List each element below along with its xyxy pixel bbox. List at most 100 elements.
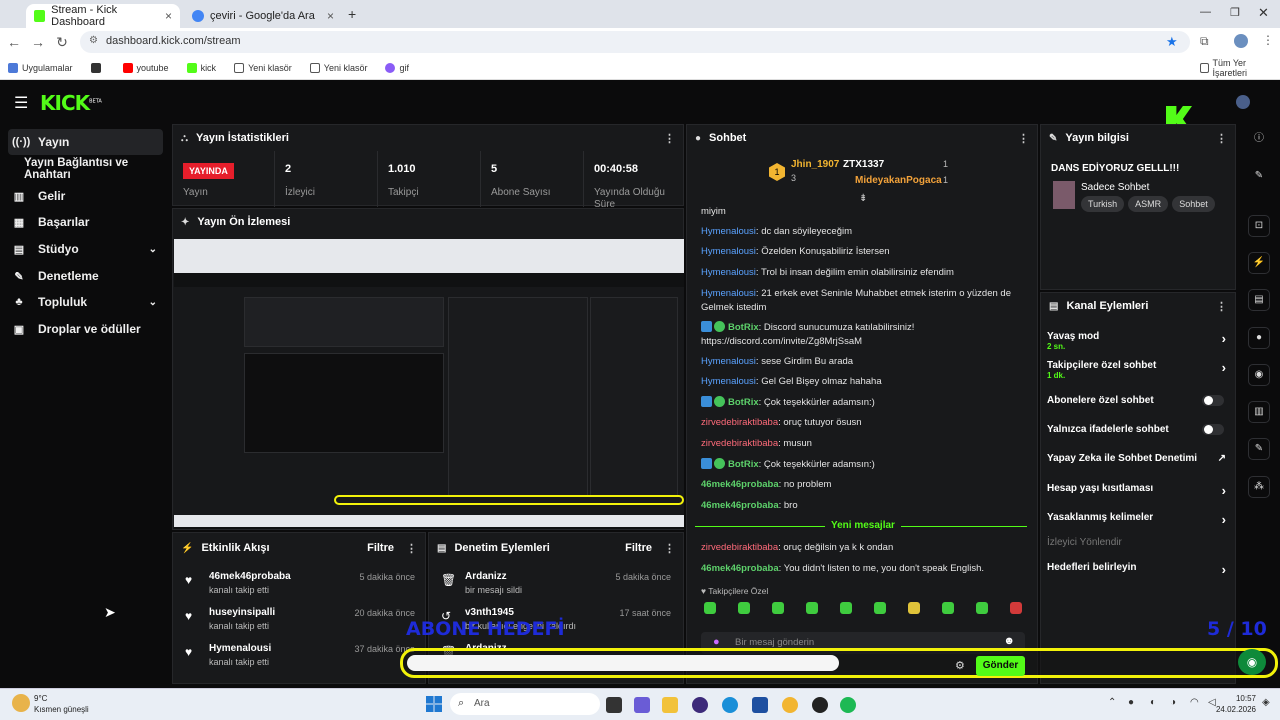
back-icon[interactable]: ← [2,34,26,50]
subscribers-only-toggle[interactable] [1202,395,1224,406]
action-host[interactable]: İzleyici Yönlendir [1047,537,1232,548]
wrench-icon[interactable]: ✎ [1248,438,1270,460]
extensions-icon[interactable]: ⧉ [1200,34,1209,49]
action-banned-words[interactable]: Yasaklanmış kelimeler › [1047,512,1232,527]
bookmark-apps[interactable]: Uygulamalar [8,62,73,73]
emote-icon[interactable] [908,602,920,614]
all-bookmarks[interactable]: Tüm Yer İşaretleri [1200,58,1270,78]
tray-app-icon[interactable]: ◑ [1170,697,1176,708]
emote-icon[interactable] [976,602,988,614]
action-goals[interactable]: Hedefleri belirleyin › [1047,562,1232,577]
emote-icon[interactable] [738,602,750,614]
notification-icon[interactable]: ◈ [1262,697,1270,708]
action-account-age[interactable]: Hesap yaşı kısıtlaması › [1047,483,1232,498]
new-tab-button[interactable]: + [348,6,356,22]
send-button[interactable]: Gönder [976,656,1025,676]
sidebar-item-topluluk[interactable]: ♣ Topluluk ⌄ [8,289,163,315]
maximize-button[interactable]: ❐ [1230,6,1240,19]
bookmark-grid[interactable] [90,62,105,73]
more-options-icon[interactable]: ⋮ [664,132,675,145]
more-options-icon[interactable]: ⋮ [1018,132,1029,145]
wifi-icon[interactable]: ◠ [1190,697,1199,708]
bookmark-gif[interactable]: gif [385,62,409,73]
filter-button[interactable]: Filtre [367,542,394,554]
bookmark-kick[interactable]: kick [186,62,216,73]
reload-icon[interactable]: ↻ [50,34,74,51]
windows-start-icon[interactable] [426,696,442,712]
emotes-only-toggle[interactable] [1202,424,1224,435]
url-input[interactable]: ⚙ dashboard.kick.com/stream [80,31,1190,53]
minimize-button[interactable]: — [1200,6,1211,18]
edge-icon[interactable] [722,697,738,713]
tray-chevron-icon[interactable]: ⌃ [1108,697,1116,708]
profile-avatar[interactable] [1234,34,1248,48]
action-ai-moderation[interactable]: Yapay Zeka ile Sohbet Denetimi ↗ [1047,453,1232,464]
file-explorer-icon[interactable] [662,697,678,713]
tab-kick-dashboard[interactable]: Stream - Kick Dashboard × [26,4,180,28]
spotify-icon[interactable] [840,697,856,713]
sidebar-item-gelir[interactable]: ▥ Gelir [8,183,163,209]
chat-bubble-icon[interactable]: ● [1248,327,1270,349]
bolt-icon[interactable]: ⚡ [1248,252,1270,274]
user-avatar[interactable] [1236,95,1250,109]
emote-icon[interactable] [840,602,852,614]
hamburger-menu-icon[interactable]: ☰ [14,93,28,113]
emoji-icon[interactable]: ☻ [1003,635,1015,647]
kick-logo[interactable]: KICKBETA [40,91,102,115]
forward-icon[interactable]: → [26,34,50,50]
action-slow-mode[interactable]: Yavaş mod 2 sn. › [1047,331,1232,351]
app-icon[interactable] [692,697,708,713]
edit-icon[interactable]: ✎ [1248,166,1270,188]
action-subscribers-only[interactable]: Abonelere özel sohbet [1047,395,1232,406]
emote-icon[interactable] [806,602,818,614]
stream-preview-video[interactable] [174,239,684,529]
obs-icon[interactable] [812,697,828,713]
window-close-button[interactable]: ✕ [1258,5,1269,21]
tray-app-icon[interactable]: ◐ [1150,697,1156,708]
action-followers-only[interactable]: Takipçilere özel sohbet 1 dk. › [1047,360,1232,380]
tab-google-search[interactable]: çeviri - Google'da Ara × [184,4,342,28]
bookmark-folder-2[interactable]: Yeni klasör [309,62,367,73]
sidebar-item-denetleme[interactable]: ✎ Denetleme [8,263,163,289]
more-options-icon[interactable]: ⋮ [1216,132,1227,145]
chevron-down-icon[interactable]: ⇟ [859,193,867,204]
clock-time[interactable]: 10:57 [1218,694,1256,703]
browser-menu-icon[interactable]: ⋮ [1262,33,1274,47]
store-icon[interactable] [752,697,768,713]
emote-icon[interactable] [704,602,716,614]
sidebar-item-droplar[interactable]: ▣ Droplar ve ödüller [8,316,163,342]
microphone-icon[interactable]: ● [713,636,720,648]
sidebar-item-yayin[interactable]: ((·)) Yayın [8,129,163,155]
bookmark-star-icon[interactable]: ★ [1166,34,1178,50]
clock-date[interactable]: 24.02.2026 [1212,705,1256,714]
more-options-icon[interactable]: ⋮ [1216,300,1227,313]
stack-icon[interactable]: ▥ [1248,401,1270,423]
close-icon[interactable]: × [327,9,334,23]
bookmark-folder-1[interactable]: Yeni klasör [234,62,292,73]
taskbar-search[interactable]: ⌕ Ara [450,693,600,715]
filter-button[interactable]: Filtre [625,542,652,554]
chrome-icon[interactable] [782,697,798,713]
emote-icon[interactable] [1010,602,1022,614]
sidebar-item-stream-key[interactable]: Yayın Bağlantısı ve Anahtarı [8,156,170,182]
screenshot-icon[interactable]: ⊡ [1248,215,1270,237]
group-icon[interactable]: ⁂ [1248,476,1270,498]
app-icon[interactable] [634,697,650,713]
sidebar-item-studyo[interactable]: ▤ Stüdyo ⌄ [8,236,163,262]
more-options-icon[interactable]: ⋮ [406,542,417,555]
bookmark-youtube[interactable]: youtube [122,62,169,73]
emote-icon[interactable] [942,602,954,614]
broadcast-icon[interactable]: ◉ [1248,364,1270,386]
site-info-icon[interactable]: ⚙ [89,35,98,46]
more-options-icon[interactable]: ⋮ [664,542,675,555]
task-view-icon[interactable] [606,697,622,713]
tray-app-icon[interactable]: ● [1128,697,1134,708]
action-emotes-only[interactable]: Yalnızca ifadelerle sohbet [1047,424,1232,435]
emote-icon[interactable] [772,602,784,614]
notes-icon[interactable]: ▤ [1248,289,1270,311]
chat-settings-icon[interactable]: ⚙ [955,659,965,672]
close-icon[interactable]: × [165,9,172,23]
sidebar-item-basarilar[interactable]: ▦ Başarılar [8,209,163,235]
weather-icon[interactable] [12,694,30,712]
info-icon[interactable]: ⓘ [1248,129,1270,151]
